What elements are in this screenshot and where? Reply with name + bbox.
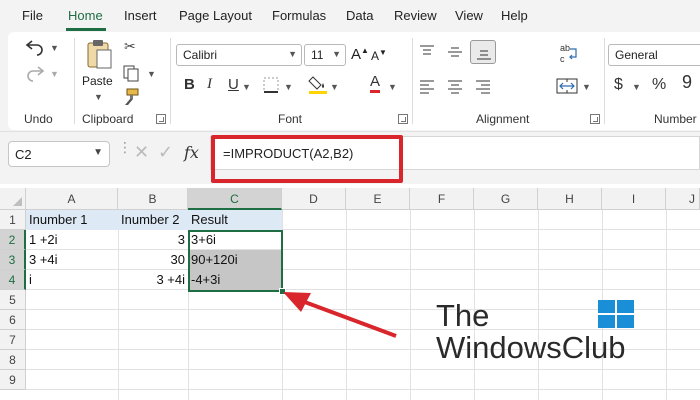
watermark-line1: The: [436, 298, 490, 333]
windows-logo-icon: [598, 300, 634, 328]
watermark-line2: WindowsClub: [436, 330, 626, 365]
